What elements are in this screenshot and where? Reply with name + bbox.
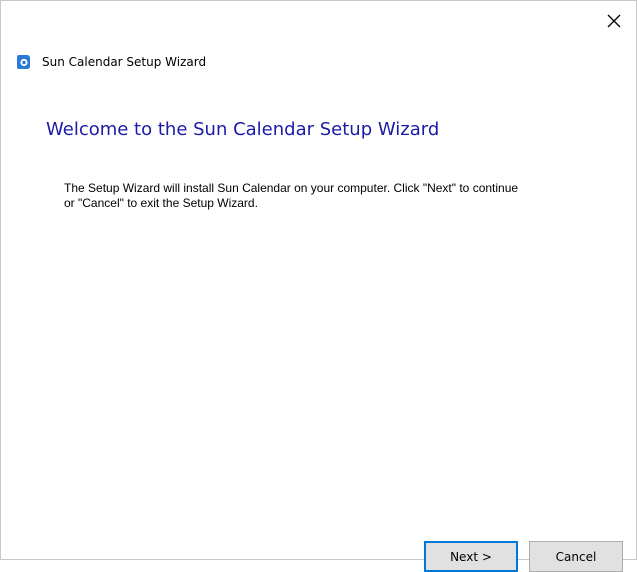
window-title: Sun Calendar Setup Wizard: [42, 55, 207, 69]
app-icon: [14, 53, 32, 71]
next-button[interactable]: Next >: [424, 541, 518, 572]
description-line-1: The Setup Wizard will install Sun Calend…: [64, 181, 519, 195]
close-button[interactable]: [592, 1, 636, 41]
description-line-2: or "Cancel" to exit the Setup Wizard.: [64, 196, 258, 210]
welcome-description: The Setup Wizard will install Sun Calend…: [64, 181, 604, 211]
cancel-button[interactable]: Cancel: [529, 541, 623, 572]
title-bar: Sun Calendar Setup Wizard: [14, 53, 206, 71]
page-title: Welcome to the Sun Calendar Setup Wizard: [46, 119, 440, 140]
setup-wizard-window: Sun Calendar Setup Wizard Welcome to the…: [0, 0, 637, 572]
close-icon: [607, 14, 621, 28]
